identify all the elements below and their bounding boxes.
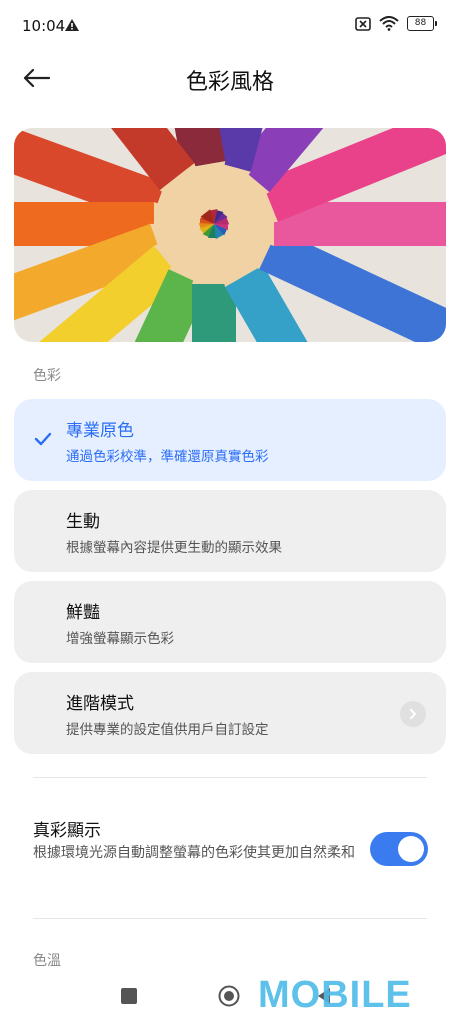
page-title: 色彩風格	[185, 70, 274, 95]
true-tone-toggle[interactable]	[370, 832, 428, 866]
warning-icon	[65, 19, 79, 31]
section-label-color: 色彩	[33, 368, 61, 384]
sim-disabled-icon	[355, 16, 371, 31]
option-desc: 根據螢幕內容提供更生動的顯示效果	[66, 540, 282, 556]
option-vivid[interactable]: 生動 根據螢幕內容提供更生動的顯示效果	[14, 490, 446, 572]
divider	[33, 777, 427, 778]
status-bar: 10:04 88	[0, 0, 460, 52]
option-advanced[interactable]: 進階模式 提供專業的設定值供用戶自訂設定	[14, 672, 446, 754]
battery-icon: 88	[407, 16, 437, 31]
home-button[interactable]	[218, 985, 240, 1007]
section-label-temperature: 色溫	[33, 953, 61, 969]
option-title: 進階模式	[66, 694, 134, 714]
divider	[33, 918, 427, 919]
status-icons: 88	[355, 16, 437, 31]
option-professional[interactable]: 專業原色 通過色彩校準，準確還原真實色彩	[14, 399, 446, 481]
option-title: 生動	[66, 512, 100, 532]
toggle-knob	[398, 836, 424, 862]
option-desc: 通過色彩校準，準確還原真實色彩	[66, 449, 269, 465]
colored-pencils-illustration	[14, 128, 446, 342]
option-title: 專業原色	[66, 421, 134, 441]
chevron-right-icon	[400, 701, 426, 727]
watermark-logo: MOBILE	[258, 974, 412, 1016]
option-desc: 提供專業的設定值供用戶自訂設定	[66, 722, 269, 738]
true-tone-desc: 根據環境光源自動調整螢幕的色彩使其更加自然柔和	[33, 845, 355, 861]
recents-button[interactable]	[121, 988, 137, 1004]
true-tone-title: 真彩顯示	[33, 821, 101, 841]
check-icon	[34, 432, 52, 446]
option-desc: 增強螢幕顯示色彩	[66, 631, 174, 647]
option-saturated[interactable]: 鮮豔 增強螢幕顯示色彩	[14, 581, 446, 663]
status-time: 10:04	[22, 17, 66, 35]
title-bar: 色彩風格	[0, 52, 460, 104]
option-title: 鮮豔	[66, 603, 100, 623]
hero-image	[14, 128, 446, 342]
wifi-icon	[379, 16, 399, 31]
